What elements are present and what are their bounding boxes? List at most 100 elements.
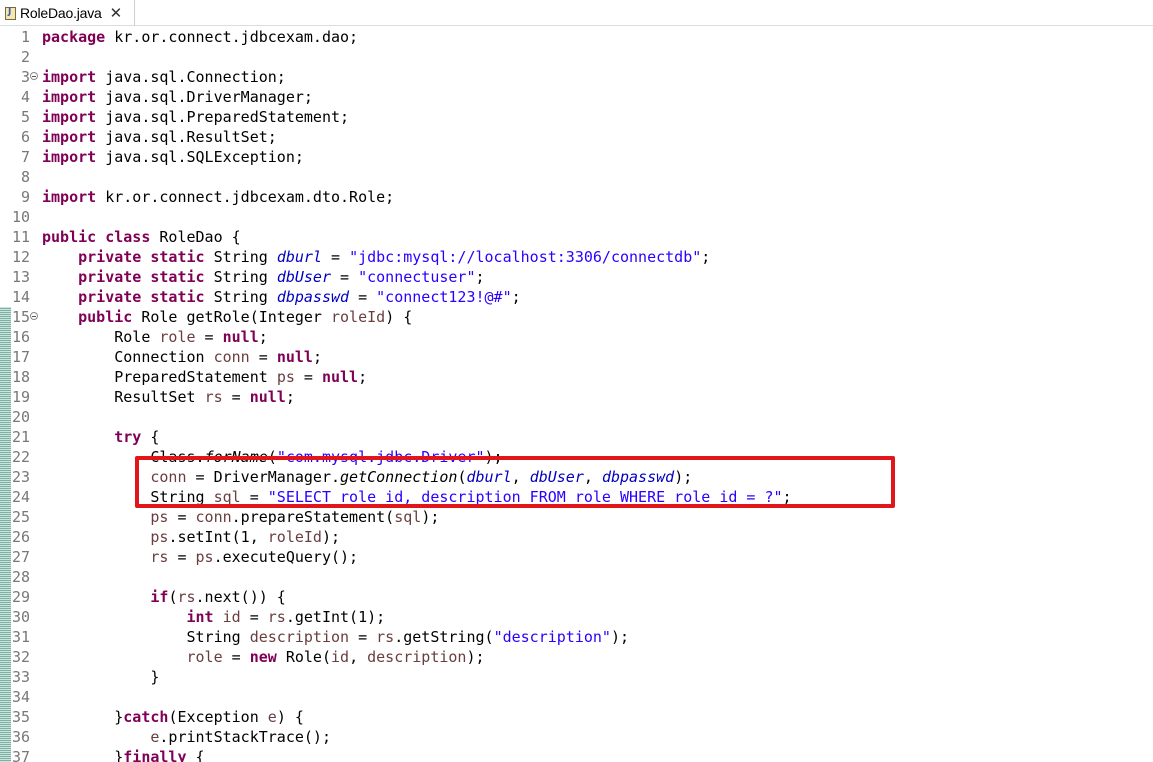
code-token: ); [466,648,485,666]
code-line[interactable]: 23 conn = DriverManager.getConnection(db… [0,467,1153,487]
code-token: .next()) { [195,588,286,606]
code-token: import [42,128,97,146]
change-marker [0,367,11,387]
line-number: 11 [11,228,30,246]
line-number: 12 [11,248,30,266]
code-line[interactable]: 27 rs = ps.executeQuery(); [0,547,1153,567]
code-editor[interactable]: 1 package kr.or.connect.jdbcexam.dao; 2 3 im… [0,26,1153,762]
code-token: finally [123,748,187,762]
code-line[interactable]: 11 public class RoleDao { [0,227,1153,247]
code-line[interactable]: 15 public Role getRole(Integer roleId) { [0,307,1153,327]
code-line[interactable]: 10 [0,207,1153,227]
change-marker [0,627,11,647]
code-line[interactable]: 22 Class.forName("com.mysql.jdbc.Driver"… [0,447,1153,467]
code-token: id [222,608,241,626]
code-line[interactable]: 18 PreparedStatement ps = null; [0,367,1153,387]
code-line[interactable]: 3 import java.sql.Connection; [0,67,1153,87]
code-token: ; [701,248,711,266]
code-token: java.sql.DriverManager; [96,88,313,106]
code-token: "connectuser" [358,268,476,286]
code-line[interactable]: 4 import java.sql.DriverManager; [0,87,1153,107]
change-marker [0,587,11,607]
code-line[interactable]: 35 }catch(Exception e) { [0,707,1153,727]
code-token: private [78,248,142,266]
change-marker [0,347,11,367]
code-token: role [186,648,223,666]
code-line[interactable]: 5 import java.sql.PreparedStatement; [0,107,1153,127]
code-line[interactable]: 14 private static String dbpasswd = "con… [0,287,1153,307]
code-line[interactable]: 1 package kr.or.connect.jdbcexam.dao; [0,27,1153,47]
code-token: public [78,308,133,326]
code-line[interactable]: 37 }finally { [0,747,1153,762]
code-line[interactable]: 34 [0,687,1153,707]
code-token: = [349,288,377,306]
code-token: ps [150,528,169,546]
fold-collapse-icon[interactable] [30,72,38,80]
tab-roledao-java[interactable]: RoleDao.java ✕ [0,0,135,26]
code-line[interactable]: 28 [0,567,1153,587]
code-line[interactable]: 6 import java.sql.ResultSet; [0,127,1153,147]
code-text: int id = rs.getInt(1); [42,607,386,627]
code-token: java.sql.PreparedStatement; [96,108,350,126]
code-text: private static String dbpasswd = "connec… [42,287,521,307]
close-icon[interactable]: ✕ [110,4,123,22]
code-text: import java.sql.DriverManager; [42,87,313,107]
change-marker [0,707,11,727]
code-line[interactable]: 36 e.printStackTrace(); [0,727,1153,747]
code-token: { [141,428,160,446]
code-token: = [321,248,350,266]
code-token: PreparedStatement [42,368,277,386]
code-token: , [349,648,368,666]
line-number: 6 [20,128,30,146]
line-number: 9 [20,188,30,206]
code-line[interactable]: 29 if(rs.next()) { [0,587,1153,607]
code-token: Role( [276,648,331,666]
code-line[interactable]: 2 [0,47,1153,67]
code-text: import java.sql.SQLException; [42,147,304,167]
code-line[interactable]: 31 String description = rs.getString("de… [0,627,1153,647]
line-number: 5 [20,108,30,126]
code-token: null [249,388,286,406]
fold-collapse-icon[interactable] [30,312,38,320]
code-token: "SELECT role_id, description FROM role W… [267,488,783,506]
code-line[interactable]: 20 [0,407,1153,427]
code-token: dbUser [529,468,584,486]
line-number: 10 [11,208,30,226]
code-text: import java.sql.PreparedStatement; [42,107,349,127]
code-line[interactable]: 24 String sql = "SELECT role_id, descrip… [0,487,1153,507]
code-line[interactable]: 26 ps.setInt(1, roleId); [0,527,1153,547]
code-token: = [249,348,277,366]
code-line[interactable]: 33 } [0,667,1153,687]
code-line[interactable]: 17 Connection conn = null; [0,347,1153,367]
code-token: public [42,228,97,246]
code-line[interactable]: 9 import kr.or.connect.jdbcexam.dto.Role; [0,187,1153,207]
code-line[interactable]: 21 try { [0,427,1153,447]
line-number: 34 [11,688,30,706]
code-token: sql [213,488,241,506]
code-line[interactable]: 16 Role role = null; [0,327,1153,347]
code-token: = [168,508,196,526]
code-token: e [267,708,277,726]
change-marker [0,607,11,627]
change-marker [0,687,11,707]
code-line[interactable]: 32 role = new Role(id, description); [0,647,1153,667]
code-token: = [331,268,359,286]
code-token: dbUser [276,268,331,286]
code-token: roleId [331,308,386,326]
code-token: = [349,628,377,646]
code-line[interactable]: 7 import java.sql.SQLException; [0,147,1153,167]
line-number: 36 [11,728,30,746]
code-line[interactable]: 13 private static String dbUser = "conne… [0,267,1153,287]
code-line[interactable]: 25 ps = conn.prepareStatement(sql); [0,507,1153,527]
code-token: ; [782,488,792,506]
code-line[interactable]: 19 ResultSet rs = null; [0,387,1153,407]
line-number: 33 [11,668,30,686]
code-text: import java.sql.Connection; [42,67,286,87]
code-line[interactable]: 8 [0,167,1153,187]
code-token: Role getRole(Integer [132,308,331,326]
change-marker [0,727,11,747]
code-line[interactable]: 30 int id = rs.getInt(1); [0,607,1153,627]
java-file-icon [5,6,16,20]
code-line[interactable]: 12 private static String dburl = "jdbc:m… [0,247,1153,267]
